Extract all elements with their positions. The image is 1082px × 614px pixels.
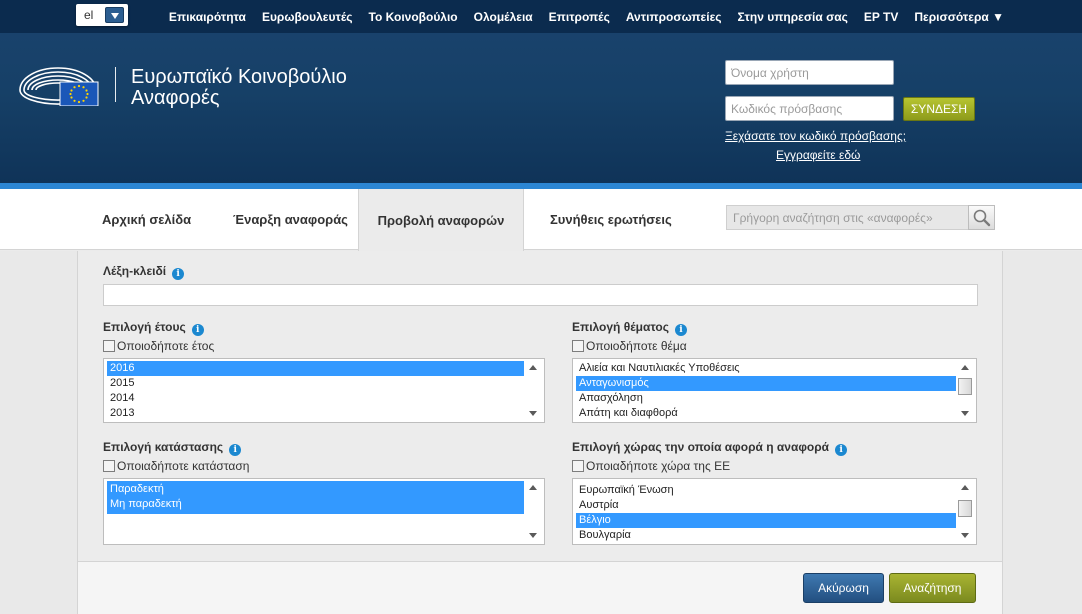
info-icon[interactable]: i bbox=[191, 324, 204, 336]
scroll-down-arrow-icon[interactable] bbox=[525, 528, 541, 542]
country-listbox[interactable]: Ευρωπαϊκή Ένωση Αυστρία Βέλγιο Βουλγαρία bbox=[572, 478, 977, 545]
quick-search-input[interactable] bbox=[726, 205, 969, 230]
year-label: Επιλογή έτους i bbox=[103, 320, 204, 336]
password-input[interactable] bbox=[725, 96, 894, 121]
status-label: Επιλογή κατάστασης i bbox=[103, 440, 242, 456]
tab-home[interactable]: Αρχική σελίδα bbox=[102, 189, 191, 250]
any-status-checkbox[interactable] bbox=[103, 460, 115, 472]
year-label-text: Επιλογή έτους bbox=[103, 320, 186, 334]
brand-divider bbox=[115, 67, 116, 102]
page-background-right bbox=[1003, 251, 1082, 614]
status-scrollbar[interactable] bbox=[525, 481, 541, 542]
top-nav-parliament[interactable]: Το Κοινοβούλιο bbox=[369, 10, 458, 24]
scroll-thumb[interactable] bbox=[958, 500, 972, 517]
top-nav-plenary[interactable]: Ολομέλεια bbox=[474, 10, 533, 24]
any-topic-label: Οποιοδήποτε θέμα bbox=[586, 339, 687, 353]
top-nav-meps[interactable]: Ευρωβουλευτές bbox=[262, 10, 353, 24]
scroll-up-arrow-icon[interactable] bbox=[525, 361, 541, 375]
country-label: Επιλογή χώρας την οποία αφορά η αναφορά i bbox=[572, 440, 848, 456]
country-scrollbar[interactable] bbox=[957, 481, 973, 542]
topic-option[interactable]: Απάτη και διαφθορά bbox=[576, 406, 956, 421]
topic-option[interactable]: Αλιεία και Ναυτιλιακές Υποθέσεις bbox=[576, 361, 956, 376]
username-input[interactable] bbox=[725, 60, 894, 85]
keyword-label-text: Λέξη-κλειδί bbox=[103, 264, 167, 278]
any-status-checkbox-row[interactable]: Οποιαδήποτε κατάσταση bbox=[103, 459, 249, 473]
any-year-checkbox[interactable] bbox=[103, 340, 115, 352]
page-background-left bbox=[0, 251, 77, 614]
any-country-checkbox-row[interactable]: Οποιαδήποτε χώρα της ΕΕ bbox=[572, 459, 730, 473]
language-value: el bbox=[84, 8, 94, 22]
topic-scrollbar[interactable] bbox=[957, 361, 973, 420]
top-nav-links: Επικαιρότητα Ευρωβουλευτές Το Κοινοβούλι… bbox=[153, 0, 1082, 33]
status-label-text: Επιλογή κατάστασης bbox=[103, 440, 224, 454]
country-option[interactable]: Βέλγιο bbox=[576, 513, 956, 528]
status-listbox[interactable]: Παραδεκτή Μη παραδεκτή bbox=[103, 478, 545, 545]
submit-search-button[interactable]: Αναζήτηση bbox=[889, 573, 976, 603]
top-nav-ep-tv[interactable]: EP TV bbox=[864, 10, 898, 24]
tab-faq[interactable]: Συνήθεις ερωτήσεις bbox=[550, 189, 672, 250]
cancel-button[interactable]: Ακύρωση bbox=[803, 573, 884, 603]
country-option[interactable]: Ευρωπαϊκή Ένωση bbox=[576, 483, 956, 498]
any-country-label: Οποιαδήποτε χώρα της ΕΕ bbox=[586, 459, 731, 473]
status-option[interactable]: Παραδεκτή bbox=[107, 481, 524, 497]
keyword-input[interactable] bbox=[103, 284, 978, 306]
brand-title: Ευρωπαϊκό Κοινοβούλιο bbox=[131, 66, 347, 88]
topic-label: Επιλογή θέματος i bbox=[572, 320, 687, 336]
brand-subtitle: Αναφορές bbox=[131, 87, 220, 109]
scroll-up-arrow-icon[interactable] bbox=[957, 361, 973, 375]
forgot-password-link[interactable]: Ξεχάσατε τον κωδικό πρόσβασης; bbox=[725, 129, 906, 143]
any-topic-checkbox[interactable] bbox=[572, 340, 584, 352]
login-button[interactable]: ΣΥΝΔΕΣΗ bbox=[903, 97, 975, 121]
info-icon[interactable]: i bbox=[674, 324, 687, 336]
tab-view-petitions[interactable]: Προβολή αναφορών bbox=[358, 189, 524, 251]
scroll-down-arrow-icon[interactable] bbox=[957, 528, 973, 542]
scroll-down-arrow-icon[interactable] bbox=[957, 406, 973, 420]
year-listbox[interactable]: 2016 2015 2014 2013 bbox=[103, 358, 545, 423]
country-option[interactable]: Βουλγαρία bbox=[576, 528, 956, 543]
any-country-checkbox[interactable] bbox=[572, 460, 584, 472]
search-icon bbox=[973, 209, 991, 227]
year-option[interactable]: 2015 bbox=[107, 376, 524, 391]
top-nav-more[interactable]: Περισσότερα ▼ bbox=[914, 10, 1004, 24]
year-option[interactable]: 2013 bbox=[107, 406, 524, 421]
topic-option[interactable]: Απασχόληση bbox=[576, 391, 956, 406]
language-selector[interactable]: el bbox=[76, 4, 128, 26]
top-nav-delegations[interactable]: Αντιπροσωπείες bbox=[626, 10, 722, 24]
status-option[interactable]: Μη παραδεκτή bbox=[107, 497, 524, 514]
any-status-label: Οποιαδήποτε κατάσταση bbox=[117, 459, 250, 473]
section-tabs: Αρχική σελίδα Έναρξη αναφοράς Προβολή αν… bbox=[0, 189, 1082, 251]
keyword-label: Λέξη-κλειδί i bbox=[103, 264, 185, 280]
top-navigation-bar: el Επικαιρότητα Ευρωβουλευτές Το Κοινοβο… bbox=[0, 0, 1082, 33]
info-icon[interactable]: i bbox=[172, 268, 185, 280]
year-scrollbar[interactable] bbox=[525, 361, 541, 420]
any-topic-checkbox-row[interactable]: Οποιοδήποτε θέμα bbox=[572, 339, 687, 353]
chevron-down-icon[interactable] bbox=[105, 7, 124, 23]
top-nav-services[interactable]: Στην υπηρεσία σας bbox=[738, 10, 848, 24]
info-icon[interactable]: i bbox=[835, 444, 848, 456]
any-year-label: Οποιοδήποτε έτος bbox=[117, 339, 215, 353]
topic-listbox[interactable]: Αλιεία και Ναυτιλιακές Υποθέσεις Ανταγων… bbox=[572, 358, 977, 423]
top-nav-news[interactable]: Επικαιρότητα bbox=[169, 10, 246, 24]
country-option[interactable]: Αυστρία bbox=[576, 498, 956, 513]
info-icon[interactable]: i bbox=[229, 444, 242, 456]
scroll-up-arrow-icon[interactable] bbox=[957, 481, 973, 495]
top-nav-committees[interactable]: Επιτροπές bbox=[549, 10, 610, 24]
european-parliament-logo[interactable] bbox=[16, 60, 100, 106]
topic-option[interactable]: Ανταγωνισμός bbox=[576, 376, 956, 391]
scroll-up-arrow-icon[interactable] bbox=[525, 481, 541, 495]
scroll-thumb[interactable] bbox=[958, 378, 972, 395]
any-year-checkbox-row[interactable]: Οποιοδήποτε έτος bbox=[103, 339, 214, 353]
scroll-down-arrow-icon[interactable] bbox=[525, 406, 541, 420]
site-brand[interactable]: Ευρωπαϊκό Κοινοβούλιο Αναφορές bbox=[131, 67, 347, 109]
register-link[interactable]: Εγγραφείτε εδώ bbox=[776, 148, 860, 162]
country-label-text: Επιλογή χώρας την οποία αφορά η αναφορά bbox=[572, 440, 830, 454]
search-button[interactable] bbox=[968, 205, 995, 230]
year-option[interactable]: 2016 bbox=[107, 361, 524, 376]
tab-start-petition[interactable]: Έναρξη αναφοράς bbox=[233, 189, 348, 250]
topic-label-text: Επιλογή θέματος bbox=[572, 320, 669, 334]
year-option[interactable]: 2014 bbox=[107, 391, 524, 406]
